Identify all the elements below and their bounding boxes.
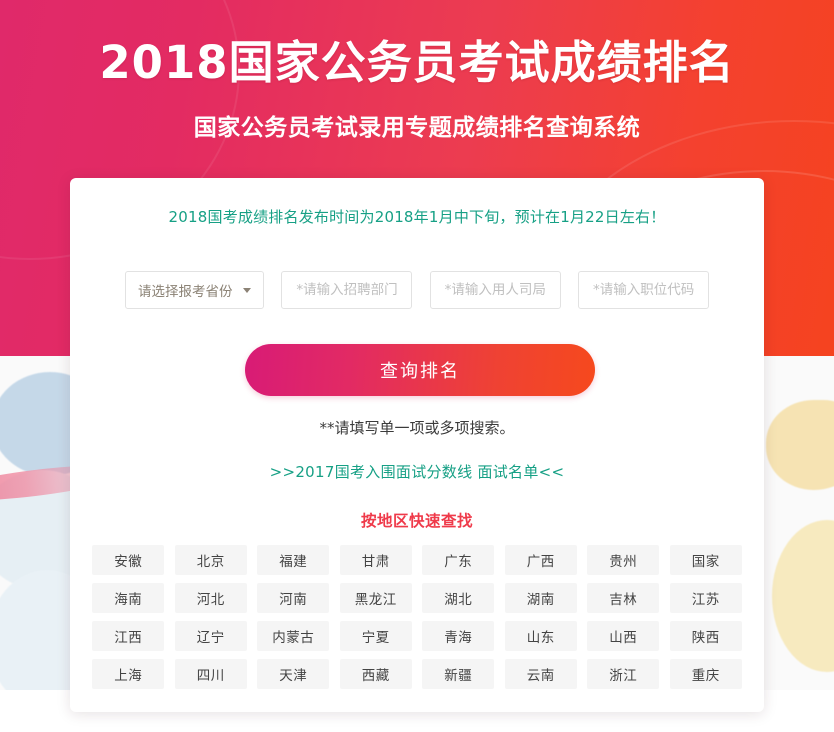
region-button[interactable]: 四川 xyxy=(174,659,247,689)
region-button[interactable]: 海南 xyxy=(92,583,165,613)
region-button[interactable]: 新疆 xyxy=(422,659,495,689)
page-title: 2018国家公务员考试成绩排名 xyxy=(99,36,735,89)
region-button[interactable]: 江苏 xyxy=(669,583,742,613)
region-button[interactable]: 广西 xyxy=(504,545,577,575)
region-button[interactable]: 云南 xyxy=(504,659,577,689)
province-select-label: 请选择报考省份 xyxy=(138,284,233,300)
region-button[interactable]: 国家 xyxy=(669,545,742,575)
bureau-field[interactable] xyxy=(429,271,561,309)
position-code-field[interactable] xyxy=(577,271,709,309)
region-section-heading: 按地区快速查找 xyxy=(360,512,473,530)
page-subtitle: 国家公务员考试录用专题成绩排名查询系统 xyxy=(193,115,641,141)
province-select[interactable]: 请选择报考省份 xyxy=(125,271,264,309)
department-input[interactable] xyxy=(294,281,400,299)
region-button[interactable]: 青海 xyxy=(422,621,495,651)
position-code-input[interactable] xyxy=(590,281,696,299)
search-button[interactable]: 查询排名 xyxy=(245,344,595,396)
bureau-input[interactable] xyxy=(442,281,548,299)
region-button[interactable]: 广东 xyxy=(422,545,495,575)
region-button[interactable]: 湖南 xyxy=(504,583,577,613)
region-button[interactable]: 陕西 xyxy=(669,621,742,651)
region-button[interactable]: 安徽 xyxy=(92,545,165,575)
region-button[interactable]: 北京 xyxy=(174,545,247,575)
region-button[interactable]: 吉林 xyxy=(587,583,660,613)
region-button[interactable]: 河北 xyxy=(174,583,247,613)
region-grid: 安徽 北京 福建 甘肃 广东 广西 贵州 国家海南 河北 河南 黑龙江 湖北 湖南 吉林 江苏江西 辽宁 内蒙古… xyxy=(88,545,746,689)
release-notice: 2018国考成绩排名发布时间为2018年1月中下旬，预计在1月22日左右！ xyxy=(168,208,666,226)
region-button[interactable]: 西藏 xyxy=(339,659,412,689)
region-button[interactable]: 甘肃 xyxy=(339,545,412,575)
region-button[interactable]: 河南 xyxy=(257,583,330,613)
department-field[interactable] xyxy=(281,271,413,309)
region-button[interactable]: 天津 xyxy=(257,659,330,689)
region-button[interactable]: 宁夏 xyxy=(339,621,412,651)
region-button[interactable]: 贵州 xyxy=(587,545,660,575)
chevron-down-icon xyxy=(243,287,251,293)
region-button[interactable]: 黑龙江 xyxy=(339,583,412,613)
decorative-yellow-circle-1 xyxy=(766,400,834,490)
region-button[interactable]: 内蒙古 xyxy=(257,621,330,651)
region-button[interactable]: 山西 xyxy=(587,621,660,651)
search-form: 请选择报考省份 xyxy=(125,271,709,309)
region-button[interactable]: 福建 xyxy=(257,545,330,575)
decorative-yellow-circle-2 xyxy=(772,520,834,672)
form-hint: **请填写单一项或多项搜索。 xyxy=(319,419,515,437)
region-button[interactable]: 江西 xyxy=(92,621,165,651)
region-button[interactable]: 浙江 xyxy=(587,659,660,689)
interview-score-link[interactable]: >>2017国考入围面试分数线 面试名单<< xyxy=(70,461,764,482)
region-button[interactable]: 辽宁 xyxy=(174,621,247,651)
search-card: 2018国考成绩排名发布时间为2018年1月中下旬，预计在1月22日左右！ 请选… xyxy=(70,178,764,712)
region-button[interactable]: 山东 xyxy=(504,621,577,651)
region-button[interactable]: 湖北 xyxy=(422,583,495,613)
region-button[interactable]: 重庆 xyxy=(669,659,742,689)
region-button[interactable]: 上海 xyxy=(92,659,165,689)
